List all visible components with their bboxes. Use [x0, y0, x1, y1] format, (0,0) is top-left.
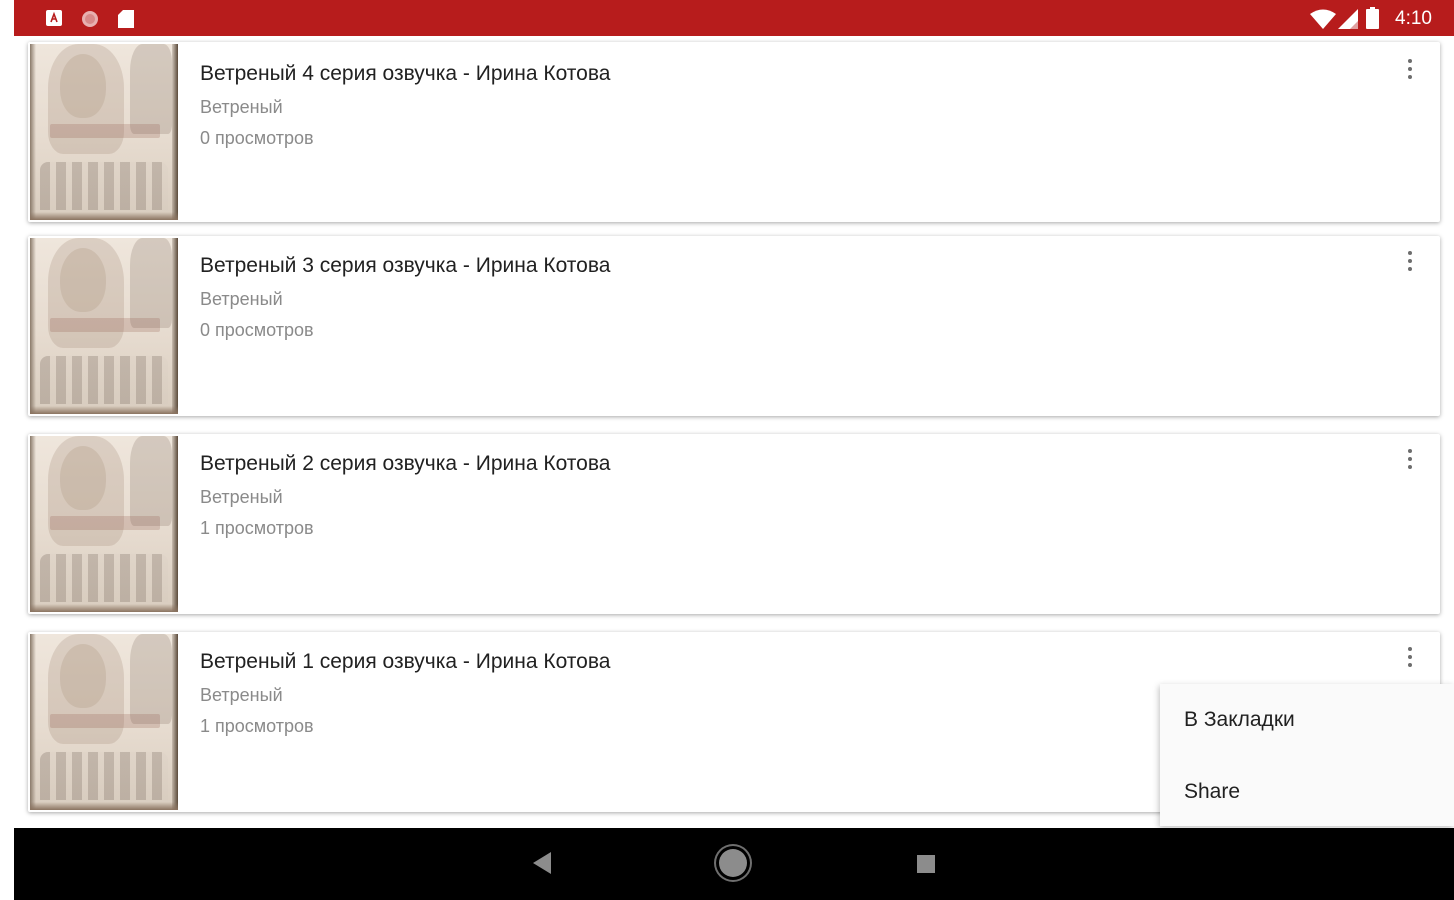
video-card[interactable]: Ветреный 4 серия озвучка - Ирина Котова … — [28, 42, 1440, 222]
video-series: Ветреный — [200, 97, 283, 117]
video-thumbnail[interactable] — [30, 44, 178, 220]
more-options-icon[interactable] — [1402, 644, 1418, 674]
video-card[interactable]: Ветреный 3 серия озвучка - Ирина Котова … — [28, 236, 1440, 416]
record-icon — [82, 11, 98, 27]
video-series: Ветреный — [200, 289, 283, 309]
video-card[interactable]: Ветреный 2 серия озвучка - Ирина Котова … — [28, 434, 1440, 614]
sd-card-icon — [118, 10, 134, 28]
home-icon[interactable] — [719, 849, 747, 877]
video-series: Ветреный — [200, 685, 283, 705]
wifi-icon — [1310, 9, 1336, 29]
video-thumbnail[interactable] — [30, 436, 178, 612]
video-views: 1 просмотров — [200, 518, 314, 538]
back-icon[interactable] — [533, 852, 551, 874]
more-options-icon[interactable] — [1402, 446, 1418, 476]
video-title[interactable]: Ветреный 2 серия озвучка - Ирина Котова — [200, 452, 610, 476]
keyboard-a-icon — [46, 10, 62, 26]
overflow-popup-menu: В Закладки Share — [1160, 684, 1454, 826]
video-views: 1 просмотров — [200, 716, 314, 736]
video-title[interactable]: Ветреный 1 серия озвучка - Ирина Котова — [200, 650, 610, 674]
navigation-bar — [14, 828, 1454, 900]
video-views: 0 просмотров — [200, 320, 314, 340]
cell-signal-icon — [1338, 9, 1358, 29]
more-options-icon[interactable] — [1402, 248, 1418, 278]
menu-item-share[interactable]: Share — [1184, 780, 1240, 804]
recents-icon[interactable] — [917, 855, 935, 873]
menu-item-bookmarks[interactable]: В Закладки — [1184, 708, 1295, 732]
more-options-icon[interactable] — [1402, 56, 1418, 86]
video-title[interactable]: Ветреный 3 серия озвучка - Ирина Котова — [200, 254, 610, 278]
app-screen: 4:10 Ветреный 4 серия озвучка - Ирина Ко… — [0, 0, 1454, 900]
status-bar: 4:10 — [14, 0, 1454, 36]
video-title[interactable]: Ветреный 4 серия озвучка - Ирина Котова — [200, 62, 610, 86]
video-thumbnail[interactable] — [30, 238, 178, 414]
status-time: 4:10 — [1395, 8, 1432, 29]
video-thumbnail[interactable] — [30, 634, 178, 810]
video-views: 0 просмотров — [200, 128, 314, 148]
video-series: Ветреный — [200, 487, 283, 507]
battery-icon — [1366, 7, 1379, 29]
